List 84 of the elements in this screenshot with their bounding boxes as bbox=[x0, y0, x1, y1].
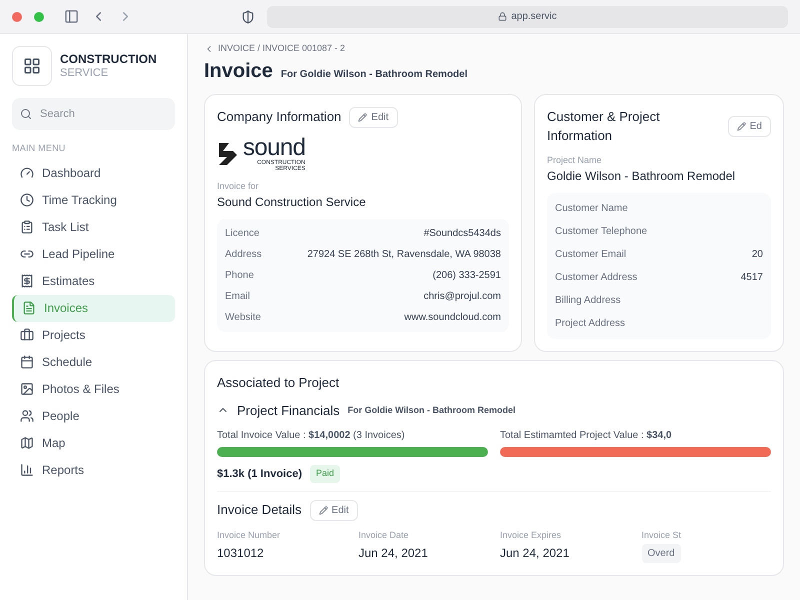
company-name: Sound Construction Service bbox=[217, 194, 367, 211]
field-label: Invoice Date bbox=[358, 528, 409, 542]
field-label: Invoice St bbox=[642, 528, 682, 542]
gauge-icon bbox=[20, 166, 34, 180]
field-label: Project Name bbox=[547, 154, 603, 167]
card-title: Customer & Project Information bbox=[547, 108, 661, 145]
search-field[interactable]: Search bbox=[12, 98, 175, 130]
edit-button[interactable]: Edit bbox=[310, 500, 358, 520]
map-icon bbox=[20, 436, 34, 450]
field-value: Jun 24, 2021 bbox=[358, 545, 428, 562]
section-label: MAIN MENU bbox=[12, 142, 67, 155]
sidebar-item[interactable]: Map bbox=[12, 430, 175, 456]
calendar-icon bbox=[20, 355, 34, 369]
receipt-icon bbox=[20, 274, 34, 288]
field-label: Customer Name bbox=[555, 202, 628, 216]
sidebar-toggle-icon[interactable] bbox=[64, 9, 79, 24]
field-label: Invoice Expires bbox=[500, 528, 562, 542]
field-value: 20 bbox=[752, 248, 763, 262]
section-subtitle: For Goldie Wilson - Bathroom Remodel bbox=[348, 404, 516, 416]
field-label: Customer Email bbox=[555, 248, 626, 262]
section-title: Project Financials bbox=[237, 402, 340, 420]
field-value: Jun 24, 2021 bbox=[500, 545, 570, 562]
card-title: Company Information bbox=[217, 108, 342, 126]
briefcase-icon bbox=[20, 328, 34, 342]
field-label: Customer Address bbox=[555, 271, 638, 285]
clipboard-icon bbox=[20, 220, 34, 234]
address-bar[interactable]: app.servic bbox=[267, 6, 788, 28]
brand-title: CONSTRUCTION bbox=[60, 52, 157, 67]
sidebar-item[interactable]: Task List bbox=[12, 214, 175, 240]
sidebar-item[interactable]: Projects bbox=[12, 322, 175, 348]
edit-button[interactable]: Edit bbox=[349, 106, 398, 128]
field-value: www.soundcloud.com bbox=[404, 311, 501, 325]
clock-icon bbox=[20, 193, 34, 207]
sidebar-item[interactable]: Reports bbox=[12, 456, 175, 484]
url-text: app.servic bbox=[511, 10, 557, 24]
field-label: Phone bbox=[225, 269, 254, 283]
field-value: 1031012 bbox=[217, 545, 264, 562]
brand-subtitle: SERVICE bbox=[60, 66, 110, 80]
field-label: Billing Address bbox=[555, 294, 621, 308]
card-title: Associated to Project bbox=[217, 374, 340, 392]
sidebar-item[interactable]: Schedule bbox=[12, 348, 175, 376]
field-label: Licence bbox=[225, 227, 260, 241]
people-icon bbox=[20, 409, 34, 423]
grid-icon bbox=[23, 57, 41, 75]
page-title: Invoice bbox=[204, 58, 273, 84]
field-value: chris@projul.com bbox=[424, 290, 501, 304]
sidebar-item[interactable]: Dashboard bbox=[12, 160, 175, 186]
field-value: #Soundcs5434ds bbox=[424, 227, 501, 241]
lock-icon bbox=[498, 12, 508, 21]
edit-button[interactable]: Ed bbox=[728, 116, 771, 136]
field-value: 27924 SE 268th St, Ravensdale, WA 98038 bbox=[307, 248, 501, 262]
section-title: Invoice Details bbox=[217, 501, 302, 520]
status-badge: Paid bbox=[310, 465, 340, 482]
field-label: Address bbox=[225, 248, 262, 262]
field-label: Project Address bbox=[555, 317, 626, 331]
financial-label: Total Estimamted Project Value : $34,0 bbox=[500, 429, 673, 443]
logo-wordmark: sound bbox=[243, 136, 306, 160]
sidebar-item[interactable]: Lead Pipeline bbox=[12, 240, 175, 268]
shield-icon[interactable] bbox=[241, 10, 255, 24]
sidebar-item[interactable]: Photos & Files bbox=[12, 376, 175, 402]
field-label: Email bbox=[225, 290, 250, 304]
status-badge: Overd bbox=[642, 544, 681, 563]
field-value: 4517 bbox=[740, 271, 763, 285]
sidebar-item[interactable]: Estimates bbox=[12, 268, 175, 294]
paid-amount: $1.3k (1 Invoice) bbox=[217, 466, 302, 482]
image-icon bbox=[20, 382, 34, 396]
document-icon bbox=[22, 301, 36, 315]
company-logo-icon bbox=[217, 140, 239, 166]
search-icon bbox=[20, 108, 32, 120]
field-label: Customer Telephone bbox=[555, 225, 648, 239]
field-label: Invoice Number bbox=[217, 528, 280, 542]
project-name: Goldie Wilson - Bathroom Remodel bbox=[547, 168, 736, 185]
field-label: Website bbox=[225, 311, 261, 325]
pencil-icon bbox=[736, 122, 746, 130]
pencil-icon bbox=[318, 506, 328, 514]
page-subtitle: For Goldie Wilson - Bathroom Remodel bbox=[280, 68, 468, 82]
field-value: (206) 333-2591 bbox=[432, 269, 501, 283]
sidebar-item[interactable]: People bbox=[12, 402, 175, 430]
pencil-icon bbox=[358, 112, 368, 122]
financial-label: Total Invoice Value : $14,0002 (3 Invoices) bbox=[217, 429, 406, 443]
bar-chart-icon bbox=[20, 463, 34, 477]
sidebar-item[interactable]: Time Tracking bbox=[12, 186, 175, 214]
field-label: Invoice for bbox=[217, 180, 260, 192]
breadcrumb[interactable]: INVOICE / INVOICE 001087 - 2 bbox=[218, 42, 346, 56]
